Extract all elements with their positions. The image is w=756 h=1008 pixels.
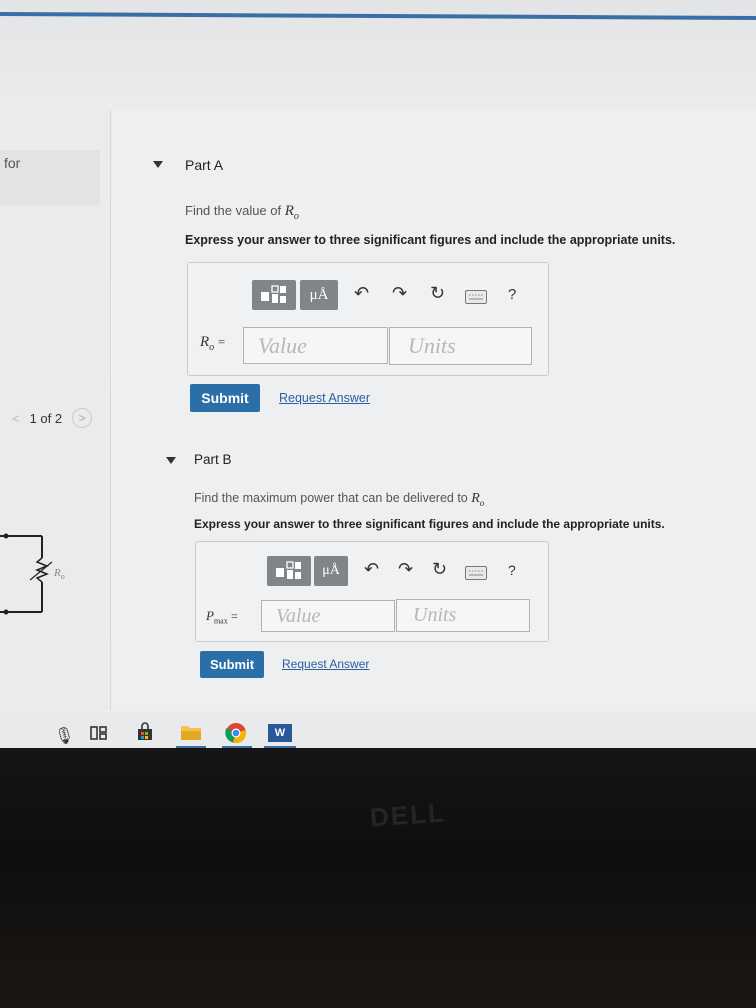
templates-icon	[276, 561, 301, 579]
part-b-redo-icon[interactable]: ↷	[398, 559, 413, 580]
part-a-answer-label: Ro =	[200, 334, 226, 353]
part-a-templates-button[interactable]	[252, 280, 296, 310]
part-b-question: Find the maximum power that can be deliv…	[194, 491, 485, 508]
part-b-answer-label: Pmax =	[206, 608, 238, 626]
part-b-help-icon[interactable]: ?	[508, 562, 516, 578]
part-a-keyboard-icon[interactable]	[465, 290, 487, 304]
part-b-units-input[interactable]: Units	[396, 599, 530, 632]
pager: < 1 of 2 >	[12, 408, 93, 428]
circuit-diagram	[0, 533, 53, 615]
part-a-submit-button[interactable]: Submit	[190, 384, 260, 412]
part-b-submit-button[interactable]: Submit	[200, 651, 264, 678]
part-a-question: Find the value of Ro	[185, 203, 299, 222]
part-b-value-input[interactable]: Value	[261, 600, 395, 632]
part-a-instruction: Express your answer to three significant…	[185, 233, 676, 247]
part-a-reset-icon[interactable]: ↻	[430, 283, 445, 304]
part-b-reset-icon[interactable]: ↻	[432, 559, 447, 580]
part-a-help-icon[interactable]: ?	[508, 286, 516, 303]
part-b-title: Part B	[194, 452, 232, 467]
part-a-collapse-toggle[interactable]	[153, 161, 163, 168]
circuit-resistor-label: Ro	[54, 567, 65, 582]
part-a-value-input[interactable]: Value	[243, 327, 388, 364]
task-view-icon[interactable]	[90, 724, 108, 742]
part-a-title: Part A	[185, 157, 224, 173]
part-a-units-button[interactable]: μÅ	[300, 280, 338, 310]
monitor-bezel	[0, 748, 756, 1008]
pager-text: 1 of 2	[29, 410, 63, 426]
part-b-request-answer-link[interactable]: Request Answer	[282, 657, 369, 671]
part-b-templates-button[interactable]	[267, 556, 311, 586]
templates-icon	[261, 285, 286, 303]
store-icon[interactable]	[135, 722, 155, 742]
sidebar-partial-text: for	[4, 155, 21, 171]
pager-next-button[interactable]: >	[72, 408, 93, 428]
chrome-icon[interactable]	[225, 722, 247, 744]
part-b-instruction: Express your answer to three significant…	[194, 517, 665, 531]
part-a-units-input[interactable]: Units	[389, 327, 532, 365]
part-a-undo-icon[interactable]: ↶	[354, 283, 369, 304]
panel-divider	[110, 110, 111, 710]
part-a-request-answer-link[interactable]: Request Answer	[279, 391, 370, 405]
part-b-keyboard-icon[interactable]	[465, 566, 487, 580]
part-b-collapse-toggle[interactable]	[166, 457, 176, 464]
part-b-units-button[interactable]: μÅ	[314, 556, 348, 586]
taskbar	[0, 712, 756, 752]
microphone-icon[interactable]: 🎙︎	[54, 726, 74, 746]
monitor-brand-logo: DELL	[369, 797, 447, 833]
part-b-undo-icon[interactable]: ↶	[364, 559, 379, 580]
part-a-redo-icon[interactable]: ↷	[392, 283, 407, 304]
pager-prev-button[interactable]: <	[12, 411, 20, 426]
file-explorer-icon[interactable]	[180, 723, 202, 741]
word-icon[interactable]: W	[268, 724, 292, 742]
